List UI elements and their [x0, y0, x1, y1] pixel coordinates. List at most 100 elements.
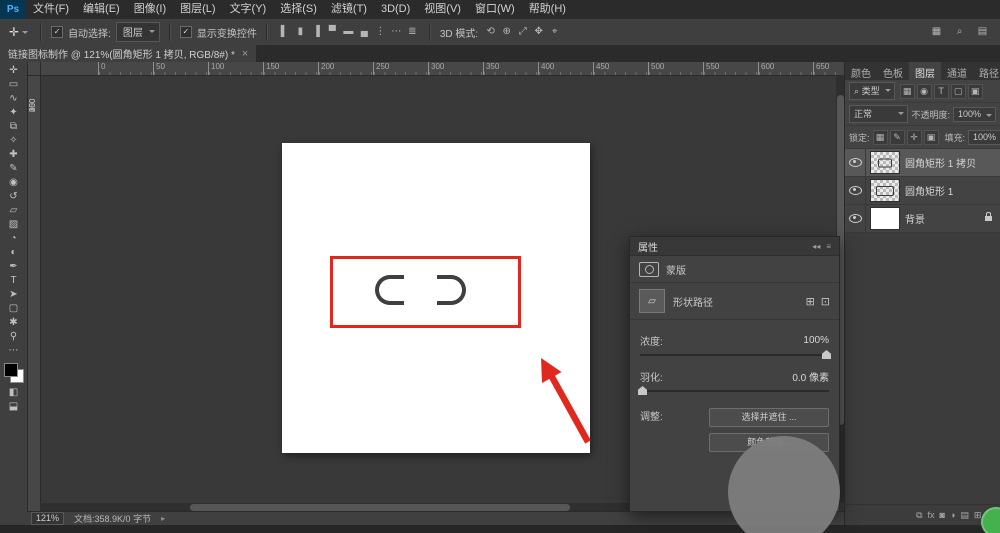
lock-transparency-icon[interactable]: ▦ — [873, 130, 888, 145]
lock-pixels-icon[interactable]: ✎ — [890, 130, 905, 145]
layer-name[interactable]: 背景 — [905, 211, 925, 226]
brush-tool[interactable]: ✎ — [2, 162, 25, 176]
align-top-icon[interactable]: ▀ — [325, 24, 340, 40]
eyedropper-tool[interactable]: ✧ — [2, 134, 25, 148]
align-right-icon[interactable]: ▐ — [309, 24, 324, 40]
lock-position-icon[interactable]: ✛ — [907, 130, 922, 145]
move-tool[interactable]: ✛ — [2, 64, 25, 78]
3d-roll-icon[interactable]: ⊕ — [499, 24, 514, 40]
menu-item[interactable]: 图层(L) — [173, 0, 222, 19]
align-center-horizontal-icon[interactable]: ▮ — [293, 24, 308, 40]
quick-selection-tool[interactable]: ✦ — [2, 106, 25, 120]
lock-all-icon[interactable]: ▣ — [924, 130, 939, 145]
panel-menu-icon[interactable]: ≡ — [826, 242, 831, 251]
properties-panel-header[interactable]: 属性 ◂◂ ≡ — [630, 237, 839, 256]
layer-thumbnail[interactable] — [870, 179, 900, 202]
screen-mode-button[interactable]: ⬓ — [2, 400, 25, 414]
menu-item[interactable]: 编辑(E) — [76, 0, 127, 19]
add-vector-mask-icon[interactable]: ⊡ — [821, 295, 830, 308]
ruler-origin-corner[interactable] — [27, 62, 41, 76]
status-expand-icon[interactable]: ▸ — [161, 514, 165, 523]
hand-tool[interactable]: ✱ — [2, 316, 25, 330]
visibility-cell[interactable] — [845, 177, 866, 204]
layer-thumbnail[interactable] — [870, 151, 900, 174]
type-tool[interactable]: T — [2, 274, 25, 288]
layer-row[interactable]: 圆角矩形 1 — [845, 177, 1000, 205]
density-slider[interactable] — [640, 354, 829, 356]
select-and-mask-button[interactable]: 选择并遮住 ... — [709, 408, 829, 427]
clone-stamp-tool[interactable]: ◉ — [2, 176, 25, 190]
density-slider-knob[interactable] — [822, 350, 831, 359]
auto-select-target-dropdown[interactable]: 图层 — [116, 22, 160, 42]
new-adjustment-layer-icon[interactable]: ◑ — [950, 510, 955, 520]
tab-swatches[interactable]: 色板 — [877, 62, 909, 80]
vertical-ruler[interactable]: 050100150200250300350 — [27, 75, 41, 512]
menu-item[interactable]: 文字(Y) — [223, 0, 274, 19]
3d-scale-icon[interactable]: ⌖ — [547, 24, 562, 40]
auto-select-checkbox[interactable]: ✓ — [51, 26, 63, 38]
document-canvas[interactable] — [282, 143, 590, 453]
layer-style-icon[interactable]: fx — [928, 510, 935, 520]
visibility-cell[interactable] — [845, 149, 866, 176]
layer-name[interactable]: 圆角矩形 1 拷贝 — [905, 155, 976, 170]
zoom-level-field[interactable]: 121% — [31, 512, 64, 525]
edit-toolbar-button[interactable]: ⋯ — [2, 344, 25, 358]
new-group-icon[interactable]: ▤ — [960, 510, 969, 521]
zoom-tool[interactable]: ⚲ — [2, 330, 25, 344]
layer-name[interactable]: 圆角矩形 1 — [905, 183, 953, 198]
distribute-horizontal-icon[interactable]: ⋯ — [389, 24, 404, 40]
menu-item[interactable]: 文件(F) — [26, 0, 76, 19]
align-bottom-icon[interactable]: ▄ — [357, 24, 372, 40]
mask-thumbnail[interactable]: ▱ — [639, 289, 665, 313]
pen-tool[interactable]: ✒ — [2, 260, 25, 274]
path-selection-tool[interactable]: ➤ — [2, 288, 25, 302]
link-layers-icon[interactable]: ⧉ — [916, 510, 922, 521]
visibility-cell[interactable] — [845, 205, 866, 232]
fill-value[interactable]: 100% — [968, 130, 1000, 145]
filter-type-layers-icon[interactable]: T — [934, 84, 949, 99]
tab-color[interactable]: 颜色 — [845, 62, 877, 80]
tab-layers[interactable]: 图层 — [909, 62, 941, 80]
filter-pixel-layers-icon[interactable]: ▦ — [900, 84, 915, 99]
eye-icon[interactable] — [849, 186, 862, 195]
spot-healing-brush-tool[interactable]: ✚ — [2, 148, 25, 162]
rectangle-tool[interactable]: ▢ — [2, 302, 25, 316]
quick-mask-button[interactable]: ◧ — [2, 386, 25, 400]
feather-slider[interactable] — [640, 390, 829, 392]
menu-item[interactable]: 图像(I) — [127, 0, 173, 19]
workspace-switcher-icon[interactable]: ▤ — [975, 24, 990, 40]
crop-tool[interactable]: ⧉ — [2, 120, 25, 134]
filter-adjustment-layers-icon[interactable]: ◉ — [917, 84, 932, 99]
menu-item[interactable]: 窗口(W) — [468, 0, 522, 19]
feather-slider-knob[interactable] — [638, 386, 647, 395]
distribute-evenly-icon[interactable]: ≣ — [405, 24, 420, 40]
lasso-tool[interactable]: ∿ — [2, 92, 25, 106]
distribute-vertical-icon[interactable]: ⋮ — [373, 24, 388, 40]
collapse-panel-icon[interactable]: ◂◂ — [812, 242, 820, 251]
menu-item[interactable]: 帮助(H) — [522, 0, 573, 19]
history-brush-tool[interactable]: ↺ — [2, 190, 25, 204]
filter-smart-objects-icon[interactable]: ▣ — [968, 84, 983, 99]
density-value[interactable]: 100% — [803, 335, 829, 346]
foreground-color-swatch[interactable] — [4, 363, 18, 377]
opacity-value[interactable]: 100% — [953, 107, 996, 122]
gradient-tool[interactable]: ▨ — [2, 218, 25, 232]
menu-item[interactable]: 视图(V) — [417, 0, 468, 19]
eye-icon[interactable] — [849, 214, 862, 223]
feather-value[interactable]: 0.0 像素 — [792, 369, 829, 384]
layer-row-selected[interactable]: 圆角矩形 1 拷贝 — [845, 149, 1000, 177]
tab-paths[interactable]: 路径 — [973, 62, 1000, 80]
menu-item[interactable]: 3D(D) — [374, 0, 417, 19]
dodge-tool[interactable]: ◐ — [2, 246, 25, 260]
3d-pan-icon[interactable]: ⤢ — [515, 24, 530, 40]
rectangular-marquee-tool[interactable]: ▭ — [2, 78, 25, 92]
blend-mode-dropdown[interactable]: 正常 — [849, 105, 908, 123]
search-icon[interactable]: ⌕ — [952, 24, 967, 40]
close-tab-icon[interactable]: × — [242, 48, 248, 60]
blur-tool[interactable]: ◔ — [2, 232, 25, 246]
menu-item[interactable]: 选择(S) — [273, 0, 324, 19]
photoshop-logo-icon[interactable]: Ps — [0, 0, 26, 19]
background-layer-row[interactable]: 背景 — [845, 205, 1000, 233]
tool-preset-picker[interactable]: ✛ — [6, 25, 31, 39]
layer-filter-dropdown[interactable]: ⌕ 类型 — [849, 82, 895, 100]
